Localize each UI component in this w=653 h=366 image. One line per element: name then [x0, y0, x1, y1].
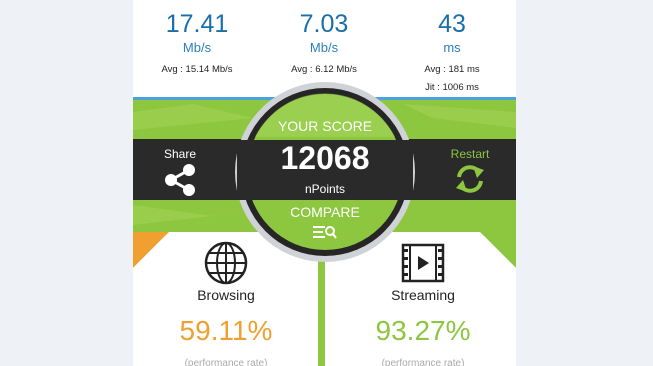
- share-label: Share: [163, 147, 197, 161]
- browsing-percent: 59.11%: [179, 315, 273, 346]
- streaming-note: (performance rate): [381, 358, 465, 366]
- browsing-card[interactable]: Browsing 59.11% (performance rate): [133, 236, 318, 366]
- restart-label: Restart: [450, 147, 490, 161]
- left-margin: [0, 0, 133, 366]
- share-icon: [165, 164, 195, 196]
- browsing-note: (performance rate): [184, 358, 268, 366]
- results-screen: 17.41 Mb/s Avg : 15.14 Mb/s 7.03 Mb/s Av…: [133, 0, 516, 366]
- streaming-card[interactable]: Streaming 93.27% (performance rate): [325, 236, 516, 366]
- streaming-label: Streaming: [391, 287, 455, 303]
- score-value: 12068: [280, 140, 370, 176]
- browsing-label: Browsing: [197, 287, 255, 303]
- streaming-percent: 93.27%: [375, 315, 471, 346]
- right-margin: [516, 0, 653, 366]
- refresh-icon: [456, 165, 484, 193]
- score-heading: YOUR SCORE: [277, 118, 373, 134]
- restart-button[interactable]: Restart: [439, 143, 501, 198]
- share-button[interactable]: Share: [149, 143, 211, 198]
- globe-icon: [204, 241, 248, 285]
- score-unit: nPoints: [304, 182, 346, 196]
- film-icon: [401, 243, 445, 283]
- compare-label: COMPARE: [290, 204, 360, 220]
